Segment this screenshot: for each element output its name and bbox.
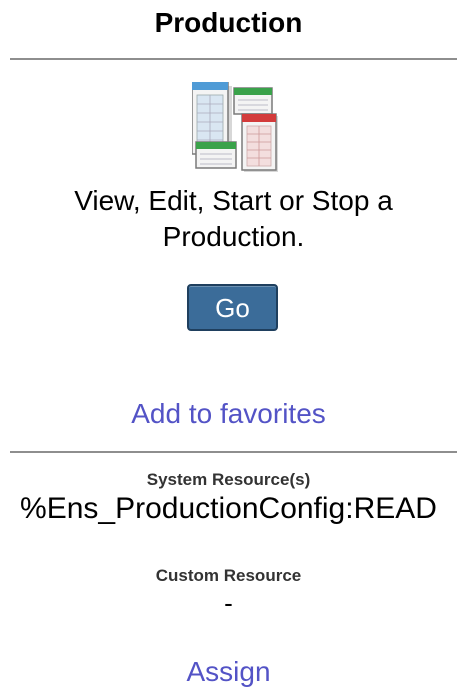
production-panel: Production View, Edit, Start or Stop a P… [0,0,457,695]
top-divider [10,58,457,60]
system-resource-value: %Ens_ProductionConfig:READ [20,492,437,525]
system-resource-label: System Resource(s) [146,470,311,489]
panel-title: Production [154,7,303,38]
production-windows-icon [191,81,280,174]
custom-resource-value: - [224,588,233,618]
resources-divider [10,451,457,453]
panel-description: View, Edit, Start or Stop a Production. [74,185,393,252]
assign-link[interactable]: Assign [0,654,457,690]
go-button[interactable]: Go [187,284,278,331]
add-to-favorites-link[interactable]: Add to favorites [0,396,457,432]
custom-resource-label: Custom Resource [155,566,302,585]
